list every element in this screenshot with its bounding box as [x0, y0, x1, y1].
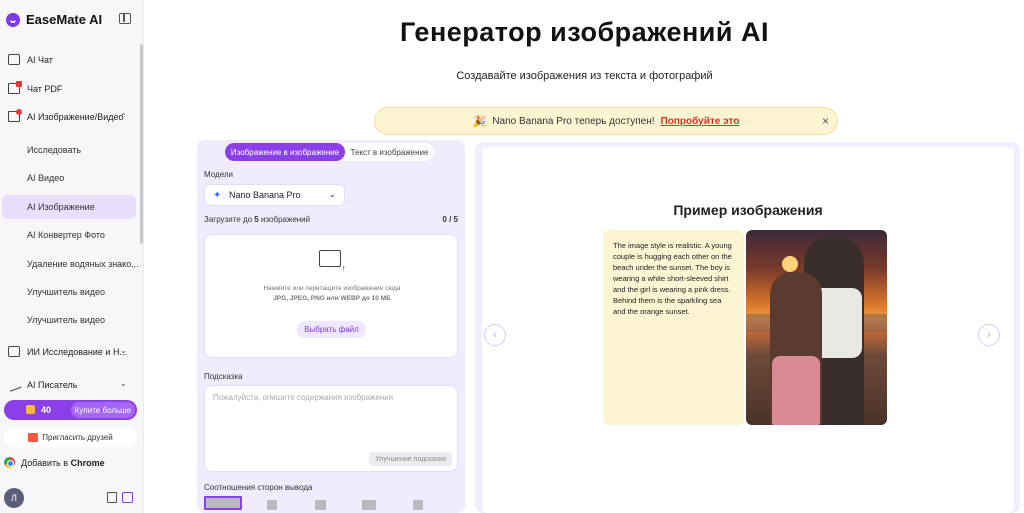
choose-file-button[interactable]: Выбрать файл	[297, 321, 366, 338]
easemate-logo-icon	[6, 12, 20, 27]
sidebar-item-ai-image-video[interactable]: AI Изображение/Видео ⌃	[2, 105, 136, 129]
aspect-ratio-option[interactable]	[204, 496, 242, 510]
party-popper-icon: 🎉	[472, 115, 487, 128]
brand[interactable]: EaseMate AI	[6, 12, 102, 27]
sidebar-item-ai-research[interactable]: ИИ Исследование и Н... ⌄	[2, 340, 136, 364]
banner-text: Nano Banana Pro теперь доступен!	[492, 115, 655, 127]
prev-arrow-icon[interactable]: ‹	[484, 324, 506, 346]
avatar[interactable]: Л	[4, 488, 24, 508]
aspect-ratio-option[interactable]	[413, 500, 423, 510]
aspect-ratio-label: Соотношения сторон вывода	[204, 483, 313, 492]
sidebar-item-label: AI Чат	[27, 55, 53, 65]
sidebar-item-label: AI Видео	[27, 173, 65, 183]
announcement-banner: 🎉 Nano Banana Pro теперь доступен! Попро…	[374, 107, 838, 135]
chevron-down-icon: ⌄	[120, 346, 127, 355]
sidebar-item-video-enhancer[interactable]: Улучшитель видео	[2, 280, 136, 304]
invite-label: Пригласить друзей	[42, 433, 113, 442]
models-label: Модели	[204, 170, 234, 179]
sidebar-item-label: AI Изображение/Видео	[27, 112, 124, 122]
buy-more-button[interactable]: Купите больше	[70, 402, 135, 418]
upload-label: Загрузите до 5 изображений	[204, 215, 311, 224]
sparkle-icon: ✦	[213, 190, 222, 201]
close-icon[interactable]: ×	[822, 114, 829, 128]
sidebar-item-ai-chat[interactable]: AI Чат	[2, 48, 136, 72]
sidebar-item-label: AI Изображение	[27, 202, 95, 212]
model-name: Nano Banana Pro	[229, 190, 301, 200]
sidebar-collapse-icon[interactable]	[119, 13, 131, 24]
upload-hint-line2: JPG, JPEG, PNG или WEBP до 10 МБ	[273, 295, 391, 302]
chevron-up-icon: ⌃	[120, 112, 127, 121]
aspect-ratio-option[interactable]	[267, 500, 277, 510]
sidebar-item-label: AI Писатель	[27, 380, 78, 390]
image-icon	[8, 109, 22, 122]
page-title: Генератор изображений AI	[400, 17, 769, 47]
notes-icon[interactable]	[107, 492, 117, 503]
invite-friends-button[interactable]: Пригласить друзей	[4, 428, 137, 447]
sidebar-item-label: Исследовать	[27, 145, 82, 155]
add-to-chrome-link[interactable]: Добавить в Chrome	[4, 457, 105, 468]
credits-count: 40	[41, 405, 52, 415]
sidebar-item-explore[interactable]: Исследовать	[2, 138, 136, 162]
generator-form: Изображение в изображение Текст в изобра…	[197, 140, 465, 513]
chrome-icon	[4, 457, 15, 468]
tab-text-to-image[interactable]: Текст в изображение	[345, 143, 434, 161]
aspect-ratio-option[interactable]	[315, 500, 326, 510]
example-panel: Пример изображения The image style is re…	[475, 142, 1020, 513]
sidebar-item-ai-image[interactable]: AI Изображение	[2, 195, 136, 219]
example-title: Пример изображения	[673, 202, 823, 218]
aspect-ratio-options	[204, 494, 458, 513]
pen-icon	[6, 377, 22, 392]
improve-prompt-button[interactable]: Улучшение подсказки	[369, 452, 452, 466]
image-upload-icon	[319, 250, 346, 273]
girl-figure	[770, 272, 822, 425]
sidebar-item-label: ИИ Исследование и Н...	[27, 347, 127, 357]
upload-dropzone[interactable]: Нажмите или перетащите изображение сюда …	[204, 234, 458, 358]
sidebar-item-label: Удаление водяных знако...	[27, 259, 139, 269]
sidebar-item-photo-converter[interactable]: AI Конвертер Фото	[2, 223, 136, 247]
sidebar-item-video-enhancer-2[interactable]: Улучшитель видео	[2, 308, 136, 332]
coin-icon	[26, 405, 35, 414]
prompt-textarea[interactable]: Пожалуйста, опишите содержания изображен…	[204, 385, 458, 472]
sun-shape	[782, 256, 798, 272]
sidebar-item-watermark-remover[interactable]: Удаление водяных знако...	[2, 252, 139, 276]
credits-bar: 40 Купите больше	[4, 400, 137, 420]
mode-tabs: Изображение в изображение Текст в изобра…	[225, 143, 434, 161]
next-arrow-icon[interactable]: ›	[978, 324, 1000, 346]
prompt-label: Подсказка	[204, 372, 243, 381]
sidebar-item-label: AI Конвертер Фото	[27, 230, 105, 240]
chevron-down-icon: ⌄	[120, 379, 127, 388]
sidebar-scrollbar[interactable]	[140, 44, 143, 244]
prompt-placeholder: Пожалуйста, опишите содержания изображен…	[213, 393, 394, 402]
example-image	[746, 230, 887, 425]
page-subtitle: Создавайте изображения из текста и фотог…	[456, 70, 713, 82]
main-content: Генератор изображений AI Создавайте изоб…	[145, 0, 1024, 513]
chevron-down-icon: ⌄	[328, 189, 336, 199]
model-select[interactable]: ✦ Nano Banana Pro ⌄	[204, 184, 345, 206]
sidebar-item-ai-video[interactable]: AI Видео	[2, 166, 136, 190]
sidebar-item-label: Улучшитель видео	[27, 287, 106, 297]
aspect-ratio-option[interactable]	[362, 500, 376, 510]
gift-icon	[28, 433, 39, 442]
sidebar-item-ai-writer[interactable]: AI Писатель ⌄	[2, 373, 136, 397]
upload-count: 0 / 5	[442, 215, 458, 224]
example-card: Пример изображения The image style is re…	[482, 147, 1014, 513]
sidebar: EaseMate AI AI Чат Чат PDF AI Изображени…	[0, 0, 144, 513]
calendar-icon[interactable]	[122, 492, 133, 503]
brand-name: EaseMate AI	[26, 12, 103, 27]
sidebar-item-label: Улучшитель видео	[27, 315, 106, 325]
example-prompt-text: The image style is realistic. A young co…	[603, 230, 744, 425]
chat-icon	[8, 54, 20, 65]
upload-hint-line1: Нажмите или перетащите изображение сюда	[263, 285, 401, 292]
sidebar-item-chat-pdf[interactable]: Чат PDF	[2, 77, 136, 101]
research-icon	[8, 346, 20, 357]
pdf-icon	[8, 81, 22, 94]
try-it-link[interactable]: Попробуйте это	[661, 116, 740, 127]
add-to-chrome-label: Добавить в Chrome	[21, 457, 105, 468]
app-root: EaseMate AI AI Чат Чат PDF AI Изображени…	[0, 0, 1024, 513]
sidebar-item-label: Чат PDF	[27, 84, 63, 94]
tab-image-to-image[interactable]: Изображение в изображение	[225, 143, 345, 161]
